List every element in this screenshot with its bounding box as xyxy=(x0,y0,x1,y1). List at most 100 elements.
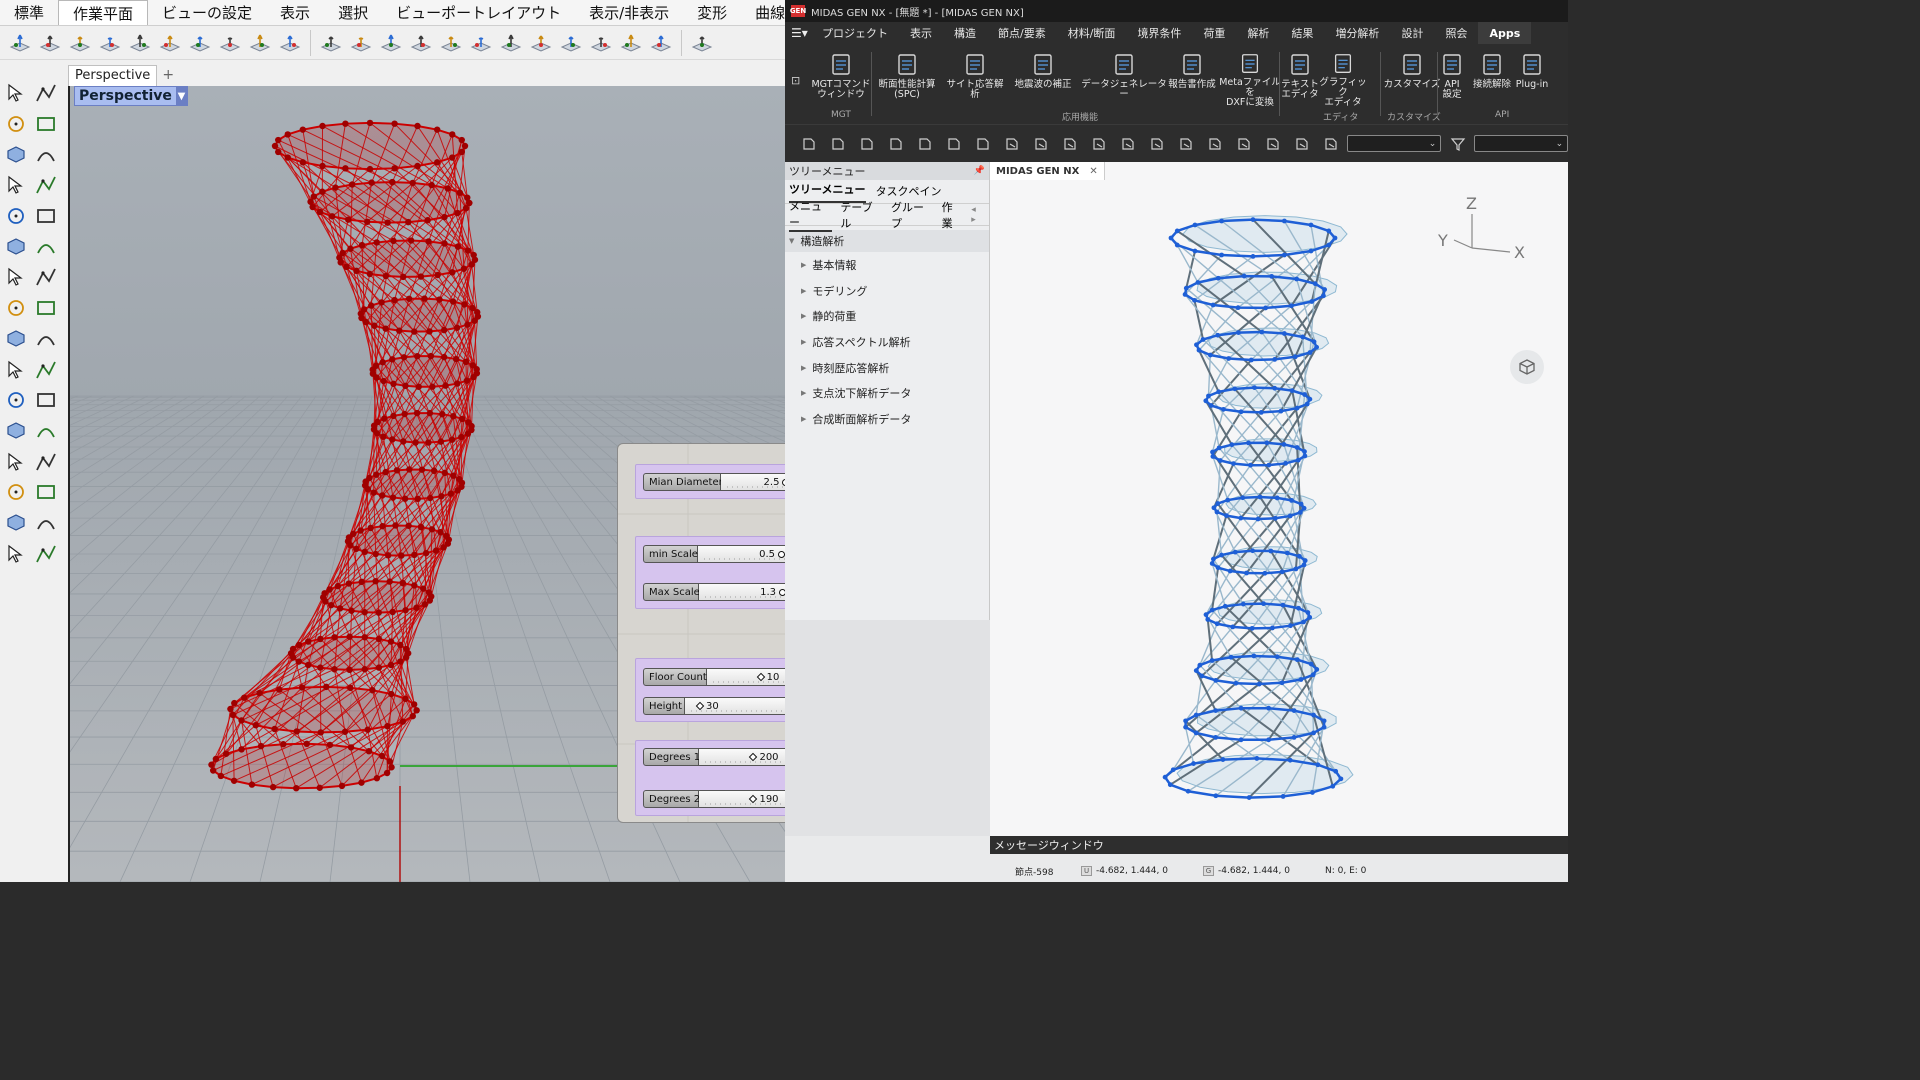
midas-menu-6[interactable]: 荷重 xyxy=(1192,22,1236,44)
select-previous-icon[interactable] xyxy=(1232,132,1257,156)
check-icon[interactable] xyxy=(31,508,61,539)
copy-view-icon[interactable] xyxy=(1000,132,1025,156)
cplane-render-icon[interactable] xyxy=(688,29,716,57)
close-tab-icon[interactable]: ✕ xyxy=(1089,166,1097,177)
arc-icon[interactable] xyxy=(31,201,61,232)
midas-menu-1[interactable]: 表示 xyxy=(899,22,943,44)
slider-degrees-1[interactable]: Degrees 1 200 xyxy=(643,748,785,766)
pin-icon[interactable]: 📌 xyxy=(974,166,985,176)
named-cplane-icon[interactable] xyxy=(467,29,495,57)
caret-right-icon[interactable]: ▶ xyxy=(801,261,806,269)
tab-scroll-arrows-icon[interactable]: ◂ ▸ xyxy=(971,205,983,225)
set-cplane-grid-icon[interactable] xyxy=(377,29,405,57)
rhino-tab-1[interactable]: 作業平面 xyxy=(58,0,149,25)
dimension-icon[interactable] xyxy=(31,416,61,447)
slider-min-scale[interactable]: min Scale 0.5 xyxy=(643,545,785,563)
slider-grip-icon[interactable] xyxy=(749,752,758,762)
midas-menu-8[interactable]: 結果 xyxy=(1280,22,1324,44)
block-icon[interactable] xyxy=(1,477,31,508)
filter-icon[interactable] xyxy=(1445,132,1470,156)
rhino-tab-6[interactable]: 表示/非表示 xyxy=(575,0,683,25)
midas-menu-11[interactable]: 照会 xyxy=(1434,22,1478,44)
model-canvas[interactable] xyxy=(990,162,1568,836)
fillet-edge-icon[interactable] xyxy=(31,293,61,324)
open-cplane-icon[interactable] xyxy=(437,29,465,57)
array-icon[interactable] xyxy=(1,446,31,477)
message-window-bar[interactable]: メッセージウィンドウ xyxy=(990,836,1568,854)
viewport-menu-arrow-icon[interactable]: ▼ xyxy=(175,87,187,105)
selection-filter-dropdown[interactable]: ⌄ xyxy=(1347,135,1442,152)
cplane-elevate-icon[interactable] xyxy=(527,29,555,57)
align-icon[interactable] xyxy=(31,446,61,477)
slider-floor-count[interactable]: Floor Count 10 xyxy=(643,668,785,686)
midas-menu-9[interactable]: 増分解析 xyxy=(1324,22,1390,44)
undo-icon[interactable] xyxy=(884,132,909,156)
cplane-perpendicular-icon[interactable] xyxy=(276,29,304,57)
undo-dropdown-icon[interactable] xyxy=(913,132,938,156)
site-response-button[interactable]: サイト応答解析 xyxy=(943,52,1007,108)
rhino-tab-4[interactable]: 選択 xyxy=(324,0,382,25)
rhino-tab-0[interactable]: 標準 xyxy=(0,0,58,25)
midas-menu-2[interactable]: 構造 xyxy=(943,22,987,44)
boolean-split-icon[interactable] xyxy=(31,324,61,355)
tree-item[interactable]: ▶ モデリング xyxy=(785,278,989,304)
api-settings-button[interactable]: API 設定 xyxy=(1432,52,1472,108)
caret-right-icon[interactable]: ▶ xyxy=(801,287,806,295)
slider-track[interactable]: 1.3 xyxy=(699,583,785,601)
slider-track[interactable]: 190 xyxy=(699,790,785,808)
select-poly-icon[interactable] xyxy=(1058,132,1083,156)
data-generator-button[interactable]: データジェネレーター xyxy=(1080,52,1168,108)
midas-model-view[interactable]: MIDAS GEN NX ✕ Z X Y xyxy=(990,162,1568,836)
cplane-object-icon[interactable] xyxy=(66,29,94,57)
cplane-elevator-icon[interactable] xyxy=(36,29,64,57)
tree-subtab-3[interactable]: 作業 xyxy=(942,199,964,231)
text-editor-button[interactable]: テキスト エディタ xyxy=(1279,52,1321,108)
disconnect-button[interactable]: 接続解除 xyxy=(1470,52,1514,108)
cplane-origin-icon[interactable] xyxy=(216,29,244,57)
rectangle-icon[interactable] xyxy=(1,170,31,201)
paint-bucket-icon[interactable] xyxy=(31,538,61,569)
rhino-tab-2[interactable]: ビューの設定 xyxy=(148,0,266,25)
cplane-z-axis-icon[interactable] xyxy=(156,29,184,57)
midas-menu-10[interactable]: 設計 xyxy=(1390,22,1434,44)
slider-track[interactable]: 200 xyxy=(699,748,785,766)
select-window-icon[interactable] xyxy=(1029,132,1054,156)
ellipse-icon[interactable] xyxy=(31,139,61,170)
cplane-world-top-icon[interactable] xyxy=(6,29,34,57)
polyline-icon[interactable] xyxy=(1,109,31,140)
midas-menu-3[interactable]: 節点/要素 xyxy=(987,22,1057,44)
select-all-icon[interactable] xyxy=(1174,132,1199,156)
cplane-align-icon[interactable] xyxy=(587,29,615,57)
rhino-tab-8[interactable]: 曲線ツー xyxy=(741,0,785,25)
frame-tower-model[interactable] xyxy=(1162,215,1354,800)
blend-curve-icon[interactable] xyxy=(1,385,31,416)
select-filter-2-icon[interactable] xyxy=(1318,132,1343,156)
slider-track[interactable]: 30 xyxy=(685,697,785,715)
rhino-tab-5[interactable]: ビューポートレイアウト xyxy=(382,0,575,25)
deselect-icon[interactable] xyxy=(1203,132,1228,156)
undo-cplane-icon[interactable] xyxy=(317,29,345,57)
add-viewport-tab-button[interactable]: + xyxy=(157,67,179,83)
trim-icon[interactable] xyxy=(31,354,61,385)
midas-menu-4[interactable]: 材料/断面 xyxy=(1057,22,1127,44)
ribbon-collapse-icon[interactable]: ⊡ xyxy=(791,74,800,87)
midas-menu-12[interactable]: Apps xyxy=(1478,22,1532,44)
tree-item[interactable]: ▶ 合成断面解析データ xyxy=(785,406,989,432)
model-view-tab[interactable]: MIDAS GEN NX ✕ xyxy=(990,162,1105,180)
cylinder-icon[interactable] xyxy=(1,293,31,324)
new-file-icon[interactable] xyxy=(797,132,822,156)
select-filter-icon[interactable] xyxy=(1289,132,1314,156)
group-filter-dropdown[interactable]: ⌄ xyxy=(1474,135,1568,152)
caret-right-icon[interactable]: ▶ xyxy=(801,338,806,346)
hamburger-menu-icon[interactable]: ☰▾ xyxy=(785,26,811,40)
midas-menu-0[interactable]: プロジェクト xyxy=(811,22,899,44)
extrude-curve-icon[interactable] xyxy=(1,354,31,385)
graphic-editor-button[interactable]: グラフィック エディタ xyxy=(1319,52,1367,108)
viewport-label[interactable]: Perspective ▼ xyxy=(74,86,188,106)
cplane-3-point-icon[interactable] xyxy=(126,29,154,57)
tree-subtab-1[interactable]: テーブル xyxy=(840,199,883,231)
cplane-view-icon[interactable] xyxy=(497,29,525,57)
slider-height[interactable]: Height 30 xyxy=(643,697,785,715)
view-cube-icon[interactable] xyxy=(1510,350,1544,384)
point-icon[interactable] xyxy=(31,78,61,109)
